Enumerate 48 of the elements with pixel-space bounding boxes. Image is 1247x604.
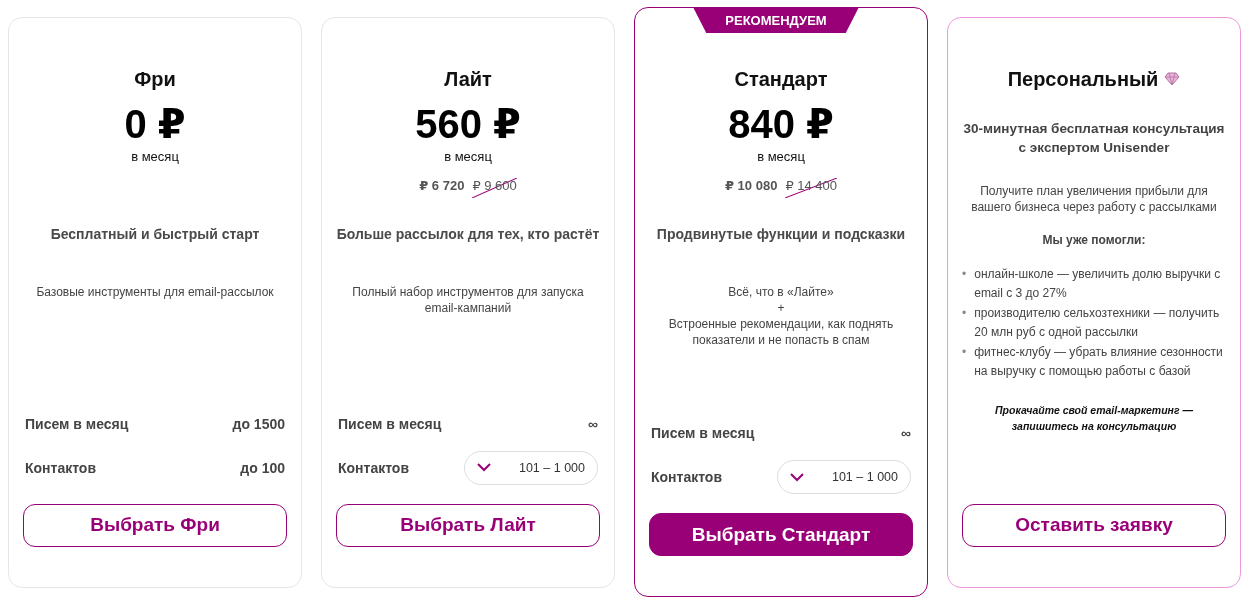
plan-description: +: [776, 300, 786, 316]
plan-title: Фри: [134, 67, 176, 91]
old-annual-price: ₽ 14 400: [785, 178, 838, 198]
feature-value: до 1500: [232, 415, 285, 432]
plan-tagline: Бесплатный и быстрый старт: [49, 225, 261, 242]
feature-label: Писем в месяц: [338, 415, 442, 432]
plan-title: Стандарт: [734, 68, 828, 91]
annual-price: ₽ 10 080: [724, 178, 778, 195]
old-annual-price: ₽ 9 600: [472, 177, 517, 198]
plan-title: Персональный: [1007, 67, 1159, 91]
plan-price: 0 ₽: [123, 100, 187, 147]
chevron-down-icon: [477, 463, 491, 472]
feature-value: до 100: [240, 459, 285, 476]
chevron-down-icon: [790, 472, 804, 482]
plan-description: Полный набор инструментов для запуска email-кампаний: [351, 283, 585, 316]
price-period: в месяц: [130, 148, 180, 164]
list-title: Мы уже помогли:: [1041, 232, 1147, 247]
price-period: в месяц: [443, 148, 493, 164]
select-plan-button[interactable]: Выбрать Фри: [23, 503, 287, 547]
diamond-icon: [1164, 72, 1181, 86]
request-button[interactable]: Оставить заявку: [962, 503, 1226, 547]
plan-tagline: Продвинутые функции и подсказки: [655, 226, 907, 242]
plan-subtitle: 30-минутная бесплатная консультация с экспертом Unisender: [962, 119, 1226, 157]
feature-value: ∞: [901, 425, 911, 441]
bullet-marker: •: [962, 265, 967, 283]
select-plan-button[interactable]: Выбрать Лайт: [336, 503, 600, 547]
plan-tagline: Больше рассылок для тех, кто растёт: [336, 225, 600, 242]
plan-title: Лайт: [444, 67, 492, 91]
bullet-marker: •: [962, 343, 967, 361]
plan-price: 560 ₽: [414, 100, 522, 147]
plan-intro: Получите план увеличения прибыли для вашего бизнеса через работу с рассылками: [970, 182, 1218, 215]
annual-price: ₽ 6 720: [419, 177, 465, 195]
feature-label: Писем в месяц: [25, 415, 129, 432]
call-to-action: Прокачайте свой email-маркетинг — запишитесь на консультацию: [994, 402, 1194, 434]
select-plan-button[interactable]: Выбрать Стандарт: [649, 513, 913, 556]
feature-value: ∞: [588, 415, 598, 432]
case-item: фитнес-клубу — убрать влияние сезонности на выручку с помощью работы с базой: [974, 343, 1224, 380]
plan-description: Встроенные рекомендации, как поднять показатели и не попасть в спам: [667, 316, 895, 348]
plan-description: Всё, что в «Лайте»: [727, 284, 835, 300]
price-period: в месяц: [756, 149, 806, 164]
feature-label: Писем в месяц: [651, 425, 755, 441]
feature-label: Контактов: [338, 459, 410, 476]
recommended-badge: РЕКОМЕНДУЕМ: [693, 7, 859, 33]
feature-label: Контактов: [651, 469, 723, 485]
plan-price: 840 ₽: [727, 101, 835, 147]
feature-label: Контактов: [25, 459, 97, 476]
bullet-marker: •: [962, 304, 967, 322]
plan-description: Базовые инструменты для email-рассылок: [35, 283, 275, 300]
